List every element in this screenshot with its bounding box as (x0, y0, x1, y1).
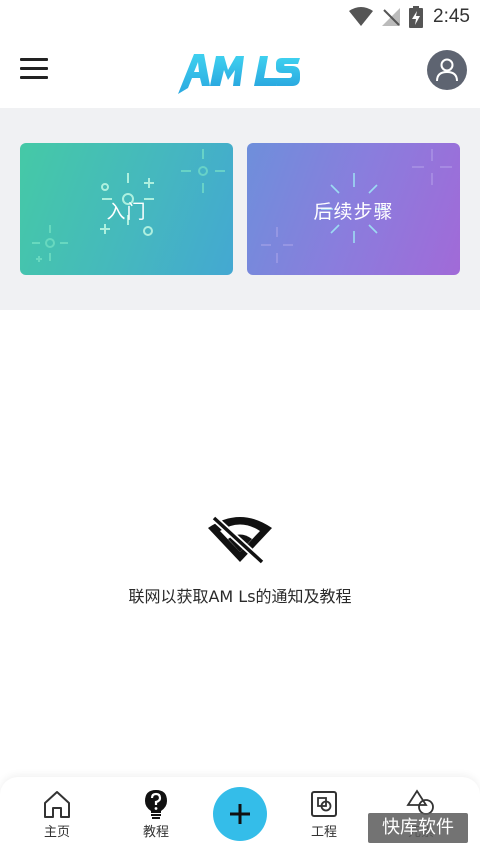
avatar-button[interactable] (427, 50, 467, 90)
intro-card[interactable]: 入门 (20, 143, 233, 275)
home-icon (44, 791, 70, 818)
status-bar: 2:45 (0, 0, 480, 34)
nav-label-project: 工程 (310, 825, 337, 840)
add-button[interactable] (213, 787, 267, 841)
nav-item-tutorial[interactable]: 教程 (121, 789, 191, 840)
watermark: 快库软件 (368, 813, 468, 843)
nav-label-home: 主页 (43, 825, 70, 840)
status-icons: 2:45 (349, 4, 470, 30)
intro-card-label: 入门 (106, 201, 147, 223)
wifi-icon (349, 7, 374, 26)
next-steps-card-label: 后续步骤 (313, 201, 394, 223)
status-time: 2:45 (433, 6, 470, 27)
menu-icon[interactable] (20, 58, 48, 82)
app-logo (178, 54, 300, 94)
user-icon (436, 58, 458, 82)
wifi-off-icon (208, 515, 272, 564)
no-signal-icon (382, 8, 401, 26)
next-steps-card[interactable]: 后续步骤 (247, 143, 460, 275)
app-bar (0, 34, 480, 108)
empty-state-message: 联网以获取AM Ls的通知及教程 (128, 587, 352, 606)
help-bulb-icon (145, 790, 167, 819)
plus-icon (230, 804, 250, 824)
banner-area: 入门 后续步骤 (0, 108, 480, 310)
nav-label-tutorial: 教程 (142, 825, 169, 840)
nav-item-home[interactable]: 主页 (22, 789, 92, 840)
project-icon (311, 791, 337, 817)
battery-charging-icon (409, 6, 424, 28)
bottom-nav: 主页 教程 工程 元素 快库软件 (0, 777, 480, 853)
nav-item-project[interactable]: 工程 (289, 789, 359, 840)
